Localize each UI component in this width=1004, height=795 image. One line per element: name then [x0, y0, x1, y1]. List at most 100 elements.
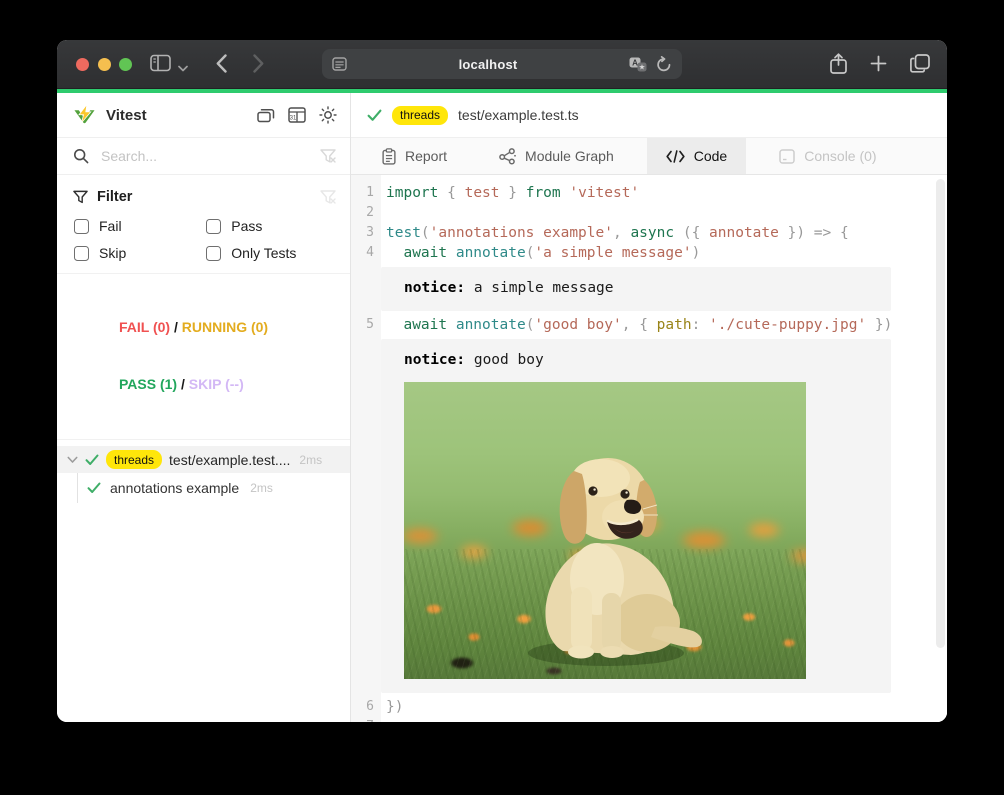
pool-badge: threads	[392, 106, 448, 125]
app-title: Vitest	[106, 107, 147, 124]
collapse-panels-button[interactable]	[257, 107, 275, 123]
test-case-duration: 2ms	[250, 481, 273, 495]
clear-search-filter-button[interactable]	[320, 149, 336, 163]
filter-icon	[73, 190, 88, 204]
annotation-message: a simple message	[465, 280, 613, 296]
sidebar-header: Vitest 31	[57, 93, 350, 137]
back-button[interactable]	[216, 54, 227, 76]
filter-checkbox-pass[interactable]: Pass	[206, 218, 336, 234]
translate-icon[interactable]: A ★	[629, 57, 647, 72]
sidebar-menu-chevron[interactable]	[178, 60, 188, 75]
clear-filters-button[interactable]	[320, 190, 336, 204]
tab-overview-button[interactable]	[910, 54, 930, 73]
window-controls	[76, 58, 132, 71]
checkbox-label: Fail	[99, 218, 122, 234]
new-tab-button[interactable]	[870, 55, 887, 72]
run-status-summary: FAIL (0) / RUNNING (0) PASS (1) / SKIP (…	[57, 273, 350, 440]
url-text: localhost	[347, 57, 629, 72]
annotation-type: notice:	[404, 280, 465, 296]
filter-checkbox-fail[interactable]: Fail	[74, 218, 206, 234]
dashboard-button[interactable]: 31	[288, 107, 306, 123]
check-icon	[367, 109, 382, 122]
tab-module-graph[interactable]: Module Graph	[480, 138, 633, 174]
chevron-down-icon[interactable]	[67, 456, 78, 464]
status-separator: /	[170, 319, 182, 335]
reload-icon[interactable]	[656, 56, 672, 73]
forward-button[interactable]	[253, 54, 264, 76]
tab-label: Console (0)	[804, 148, 876, 164]
checkbox-label: Only Tests	[231, 245, 296, 261]
checkbox-label: Skip	[99, 245, 126, 261]
status-separator: /	[177, 376, 189, 392]
share-icon	[830, 53, 847, 74]
annotation-notice: notice: a simple message	[381, 267, 891, 311]
vitest-logo-icon	[73, 104, 96, 126]
checkbox[interactable]	[74, 219, 89, 234]
tab-label: Code	[694, 148, 727, 164]
search-icon	[73, 148, 89, 164]
code-block: 5 await annotate('good boy', { path: './…	[351, 315, 947, 335]
checkbox[interactable]	[206, 219, 221, 234]
test-case-name: annotations example	[110, 480, 239, 496]
overlapping-windows-icon	[257, 107, 275, 123]
svg-text:A: A	[632, 58, 638, 67]
main-pane: threads test/example.test.ts Report	[351, 93, 947, 722]
code-line: 6})	[351, 697, 947, 717]
checkbox[interactable]	[206, 246, 221, 261]
scrollbar-thumb[interactable]	[936, 179, 945, 648]
test-file-row[interactable]: threads test/example.test.... 2ms	[57, 446, 350, 473]
search-bar	[57, 137, 350, 175]
code-line: 4 await annotate('a simple message')	[351, 243, 947, 263]
tab-code[interactable]: Code	[647, 138, 746, 174]
desktop: { "browser": { "url_text": "localhost", …	[0, 0, 1004, 795]
fail-count: FAIL (0)	[119, 319, 170, 335]
code-line: 1import { test } from 'vitest'	[351, 183, 947, 203]
sidebar-toggle-button[interactable]	[150, 54, 171, 75]
test-tree: threads test/example.test.... 2ms annota…	[57, 446, 350, 503]
check-icon	[87, 482, 101, 494]
running-count: RUNNING (0)	[182, 319, 268, 335]
close-button[interactable]	[76, 58, 89, 71]
code-viewer[interactable]: 1import { test } from 'vitest'23test('an…	[351, 175, 947, 722]
file-header: threads test/example.test.ts	[351, 93, 947, 137]
minimize-button[interactable]	[98, 58, 111, 71]
browser-window: localhost A ★	[57, 40, 947, 722]
plus-icon	[870, 55, 887, 72]
test-case-row[interactable]: annotations example 2ms	[57, 473, 350, 503]
check-icon	[85, 454, 99, 466]
dashboard-icon: 31	[288, 107, 306, 123]
annotation-type: notice:	[404, 352, 465, 368]
zoom-button[interactable]	[119, 58, 132, 71]
pass-count: PASS (1)	[119, 376, 177, 392]
back-arrow-icon	[216, 54, 227, 73]
code-line: 3test('annotations example', async ({ an…	[351, 223, 947, 243]
address-bar[interactable]: localhost A ★	[322, 49, 682, 79]
share-button[interactable]	[830, 53, 847, 74]
tab-report[interactable]: Report	[363, 138, 466, 174]
sidebar: Vitest 31	[57, 93, 351, 722]
tree-guide-line	[77, 473, 78, 503]
tab-console[interactable]: Console (0)	[760, 138, 895, 174]
app-content: Vitest 31	[57, 93, 947, 722]
annotation-attachment-image[interactable]	[404, 382, 806, 679]
skip-count: SKIP (--)	[189, 376, 244, 392]
code-icon	[666, 150, 685, 163]
filter-checkbox-skip[interactable]: Skip	[74, 245, 206, 261]
checkbox[interactable]	[74, 246, 89, 261]
console-icon	[779, 149, 795, 164]
code-block: 1import { test } from 'vitest'23test('an…	[351, 183, 947, 263]
filter-checkbox-only-tests[interactable]: Only Tests	[206, 245, 336, 261]
svg-text:31: 31	[290, 115, 297, 121]
open-file-path: test/example.test.ts	[458, 107, 579, 123]
annotation-notice: notice: good boy	[381, 339, 891, 693]
puppy-illustration	[501, 437, 711, 667]
theme-toggle-button[interactable]	[319, 106, 337, 124]
forward-arrow-icon	[253, 54, 264, 73]
tabs-overview-icon	[910, 54, 930, 73]
search-input[interactable]	[99, 147, 310, 165]
filter-section: Filter Fail	[57, 175, 350, 273]
page-reader-icon	[332, 57, 347, 71]
code-line: 5 await annotate('good boy', { path: './…	[351, 315, 947, 335]
sun-icon	[319, 106, 337, 124]
report-clipboard-icon	[382, 148, 396, 165]
